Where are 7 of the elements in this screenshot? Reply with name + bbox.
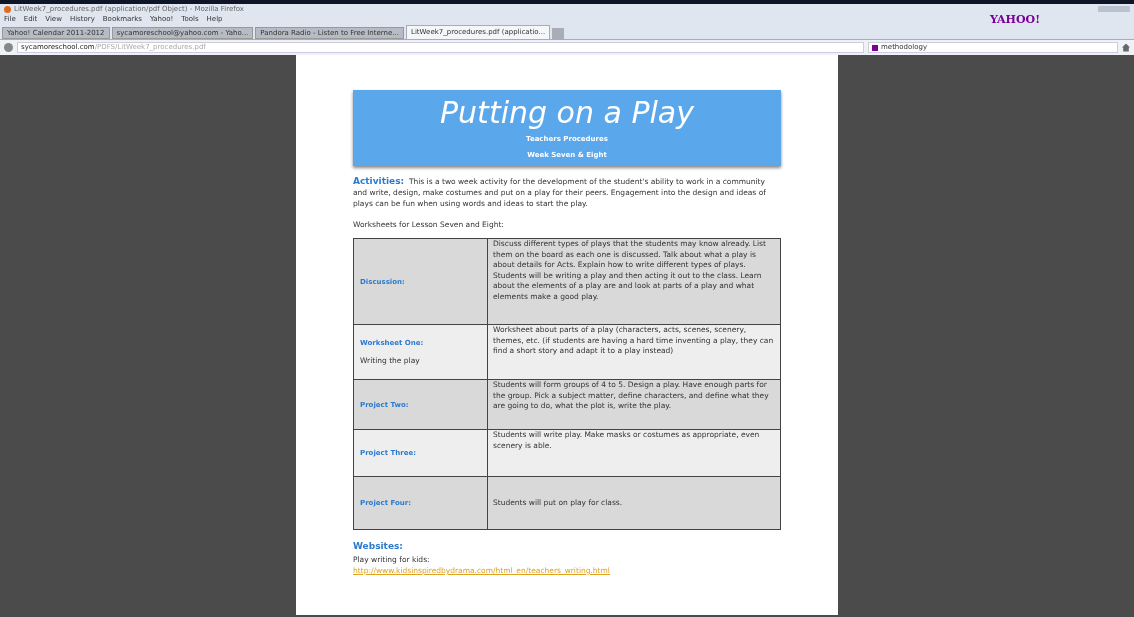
yahoo-search-icon — [872, 44, 878, 51]
brand-logo: YAHOO! — [989, 13, 1040, 25]
document-title: Putting on a Play — [440, 96, 694, 130]
new-tab-button[interactable] — [552, 28, 565, 39]
firefox-icon — [4, 5, 11, 13]
home-icon[interactable] — [1122, 43, 1130, 52]
websites-heading: Websites: — [353, 540, 404, 554]
